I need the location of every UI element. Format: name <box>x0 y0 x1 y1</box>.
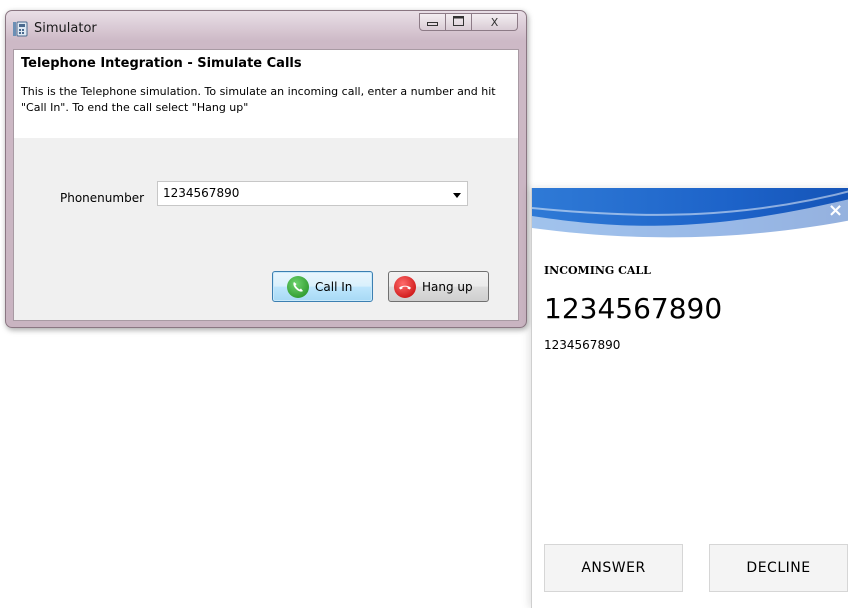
phone-app-icon <box>12 21 28 37</box>
window-controls: X <box>419 13 518 31</box>
phonenumber-combobox[interactable]: 1234567890 <box>157 181 468 206</box>
hang-up-label: Hang up <box>422 279 473 294</box>
page-title: Telephone Integration - Simulate Calls <box>21 56 302 71</box>
maximize-button[interactable] <box>446 13 472 31</box>
call-in-label: Call In <box>315 279 353 294</box>
window-title: Simulator <box>34 21 97 36</box>
simulator-window: Simulator X Telephone Integration - Simu… <box>5 10 527 328</box>
phone-hangup-icon <box>394 275 416 298</box>
phonenumber-value: 1234567890 <box>163 186 240 200</box>
phone-answer-icon <box>287 275 309 298</box>
description-text: This is the Telephone simulation. To sim… <box>21 85 496 114</box>
simulator-client-area: Telephone Integration - Simulate Calls T… <box>13 49 519 321</box>
toast-banner <box>532 188 848 248</box>
call-in-button[interactable]: Call In <box>272 271 373 302</box>
simulator-titlebar[interactable]: Simulator X <box>6 11 526 47</box>
caller-number: 1234567890 <box>544 292 723 325</box>
maximize-icon <box>453 15 464 29</box>
answer-button[interactable]: ANSWER <box>544 544 683 592</box>
phonenumber-label: Phonenumber <box>60 191 145 205</box>
incoming-call-label: INCOMING CALL <box>544 264 651 277</box>
minimize-button[interactable] <box>419 13 446 31</box>
hang-up-button[interactable]: Hang up <box>388 271 489 302</box>
close-icon: X <box>490 15 499 29</box>
toast-close-button[interactable]: × <box>828 200 843 221</box>
minimize-icon <box>427 16 438 29</box>
incoming-call-toast: × INCOMING CALL 1234567890 1234567890 AN… <box>531 188 848 608</box>
chevron-down-icon[interactable] <box>453 193 461 198</box>
simulator-header-panel: Telephone Integration - Simulate Calls T… <box>14 50 518 138</box>
decline-button[interactable]: DECLINE <box>709 544 848 592</box>
caller-subtitle: 1234567890 <box>544 338 621 352</box>
close-button[interactable]: X <box>472 13 518 31</box>
